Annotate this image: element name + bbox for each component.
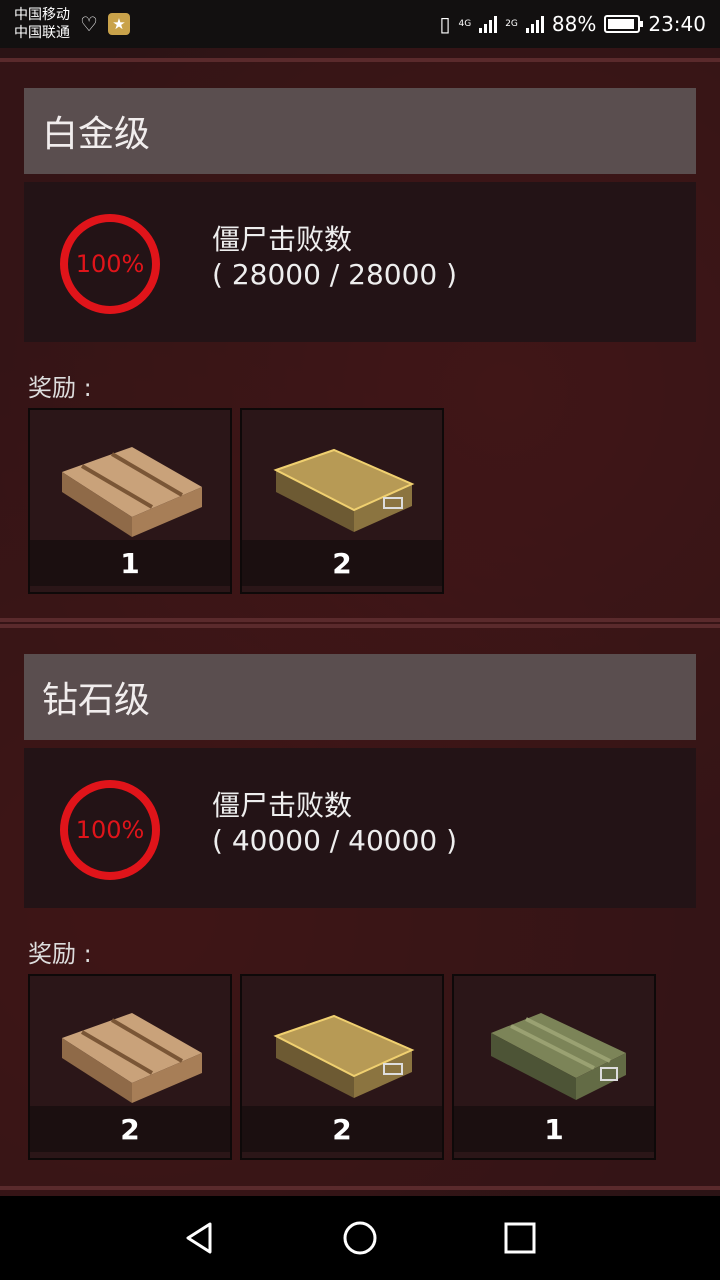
wooden-crate-icon — [62, 1013, 202, 1103]
network-2g-label: 2G — [505, 18, 518, 29]
reward-item[interactable]: 2 — [240, 974, 444, 1160]
back-triangle-icon[interactable] — [180, 1218, 220, 1258]
tier-card-platinum: 白金级 100% 僵尸击败数 ( 28000 / 28000 ) 奖励 : 1 — [0, 58, 720, 622]
battery-percent: 88% — [551, 12, 597, 36]
recent-apps-square-icon[interactable] — [500, 1218, 540, 1258]
reward-item[interactable]: 2 — [28, 974, 232, 1160]
signal-2g-icon — [525, 15, 544, 33]
tier-card-diamond: 钻石级 100% 僵尸击败数 ( 40000 / 40000 ) 奖励 : 2 — [0, 624, 720, 1190]
progress-ring: 100% — [60, 214, 160, 314]
network-4g-label: 4G — [458, 18, 472, 29]
status-bar-right: ▯ 4G 2G 88% 23:40 — [439, 12, 706, 36]
progress-ring: 100% — [60, 780, 160, 880]
tier-title: 白金级 — [24, 88, 696, 174]
carrier-2: 中国联通 — [14, 25, 70, 41]
progress-panel: 100% 僵尸击败数 ( 40000 / 40000 ) — [24, 748, 696, 908]
health-heart-icon: ♡ — [80, 12, 98, 36]
reward-quantity: 2 — [242, 1106, 442, 1152]
vibrate-icon: ▯ — [439, 12, 451, 36]
progress-label: 僵尸击败数 — [212, 789, 353, 822]
progress-count: ( 40000 / 40000 ) — [212, 824, 458, 857]
reward-item[interactable]: 2 — [240, 408, 444, 594]
progress-count: ( 28000 / 28000 ) — [212, 258, 458, 291]
navigation-bar — [0, 1196, 720, 1280]
signal-4g-icon — [479, 15, 498, 33]
reward-quantity: 2 — [242, 540, 442, 586]
progress-label: 僵尸击败数 — [212, 223, 353, 256]
reward-quantity: 1 — [454, 1106, 654, 1152]
tier-title: 钻石级 — [24, 654, 696, 740]
achievement-tiers: 白金级 100% 僵尸击败数 ( 28000 / 28000 ) 奖励 : 1 — [0, 48, 720, 1196]
star-badge-icon: ★ — [107, 13, 130, 35]
reward-item[interactable]: 1 — [452, 974, 656, 1160]
rewards-label: 奖励 : — [28, 940, 92, 968]
status-bar-left: 中国移动 中国联通 ♡ ★ — [14, 6, 130, 42]
carrier-names: 中国移动 中国联通 — [14, 6, 70, 42]
status-bar: 中国移动 中国联通 ♡ ★ ▯ 4G 2G 88% 23:40 — [0, 0, 720, 48]
reward-quantity: 2 — [30, 1106, 230, 1152]
gold-crate-icon — [273, 1014, 415, 1098]
clock: 23:40 — [648, 12, 706, 36]
reward-quantity: 1 — [30, 540, 230, 586]
carrier-1: 中国移动 — [14, 7, 70, 23]
battery-icon — [604, 15, 644, 33]
wooden-crate-icon — [62, 447, 202, 537]
rewards-label: 奖励 : — [28, 374, 92, 402]
military-crate-icon — [491, 1013, 626, 1100]
home-circle-icon[interactable] — [340, 1218, 380, 1258]
progress-panel: 100% 僵尸击败数 ( 28000 / 28000 ) — [24, 182, 696, 342]
gold-crate-icon — [273, 448, 415, 532]
reward-item[interactable]: 1 — [28, 408, 232, 594]
